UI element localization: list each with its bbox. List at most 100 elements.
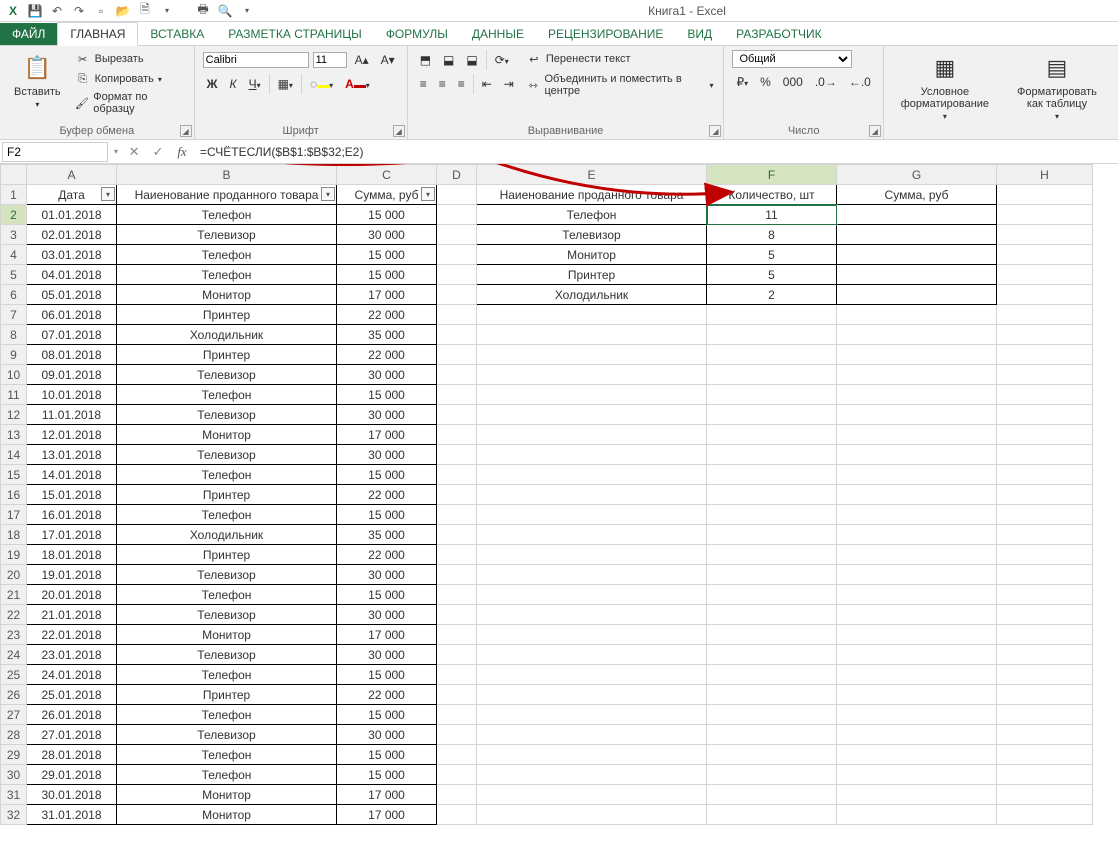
cell-D28[interactable] xyxy=(437,725,477,745)
cell-E17[interactable] xyxy=(477,505,707,525)
cell-A6[interactable]: 05.01.2018 xyxy=(27,285,117,305)
cell-B32[interactable]: Монитор xyxy=(117,805,337,825)
cell-F27[interactable] xyxy=(707,705,837,725)
cell-F28[interactable] xyxy=(707,725,837,745)
cell-A27[interactable]: 26.01.2018 xyxy=(27,705,117,725)
cell-H31[interactable] xyxy=(997,785,1093,805)
row-header-30[interactable]: 30 xyxy=(1,765,27,785)
cell-D3[interactable] xyxy=(437,225,477,245)
cell-F5[interactable]: 5 xyxy=(707,265,837,285)
tab-данные[interactable]: ДАННЫЕ xyxy=(460,23,536,45)
font-name-combo[interactable] xyxy=(203,52,309,68)
col-header-H[interactable]: H xyxy=(997,165,1093,185)
align-bottom-icon[interactable]: ⬓ xyxy=(462,50,481,70)
cell-F19[interactable] xyxy=(707,545,837,565)
cell-D32[interactable] xyxy=(437,805,477,825)
cell-G12[interactable] xyxy=(837,405,997,425)
cell-C27[interactable]: 15 000 xyxy=(337,705,437,725)
row-header-9[interactable]: 9 xyxy=(1,345,27,365)
cell-E29[interactable] xyxy=(477,745,707,765)
cell-C16[interactable]: 22 000 xyxy=(337,485,437,505)
cell-G11[interactable] xyxy=(837,385,997,405)
italic-button[interactable]: К xyxy=(225,74,240,94)
cell-B24[interactable]: Телевизор xyxy=(117,645,337,665)
cell-E5[interactable]: Принтер xyxy=(477,265,707,285)
col-header-E[interactable]: E xyxy=(477,165,707,185)
cell-F1[interactable]: Количество, шт xyxy=(707,185,837,205)
row-header-12[interactable]: 12 xyxy=(1,405,27,425)
cell-D26[interactable] xyxy=(437,685,477,705)
cell-G17[interactable] xyxy=(837,505,997,525)
select-all-corner[interactable] xyxy=(1,165,27,185)
cell-D11[interactable] xyxy=(437,385,477,405)
thousands-icon[interactable]: 000 xyxy=(779,72,807,92)
format-painter-button[interactable]: 🖌Формат по образцу xyxy=(73,90,186,116)
cell-E3[interactable]: Телевизор xyxy=(477,225,707,245)
formula-input[interactable]: =СЧЁТЕСЛИ($B$1:$B$32;E2) xyxy=(194,143,1118,161)
cell-C12[interactable]: 30 000 xyxy=(337,405,437,425)
cell-A21[interactable]: 20.01.2018 xyxy=(27,585,117,605)
cell-H26[interactable] xyxy=(997,685,1093,705)
row-header-19[interactable]: 19 xyxy=(1,545,27,565)
cell-E16[interactable] xyxy=(477,485,707,505)
cell-F3[interactable]: 8 xyxy=(707,225,837,245)
font-size-combo[interactable] xyxy=(313,52,347,68)
cell-A9[interactable]: 08.01.2018 xyxy=(27,345,117,365)
row-header-17[interactable]: 17 xyxy=(1,505,27,525)
row-header-13[interactable]: 13 xyxy=(1,425,27,445)
cell-A31[interactable]: 30.01.2018 xyxy=(27,785,117,805)
cell-F30[interactable] xyxy=(707,765,837,785)
cell-B30[interactable]: Телефон xyxy=(117,765,337,785)
clipboard-dialog-launch[interactable]: ◢ xyxy=(180,125,192,137)
number-dialog-launch[interactable]: ◢ xyxy=(869,125,881,137)
cell-H22[interactable] xyxy=(997,605,1093,625)
cell-G20[interactable] xyxy=(837,565,997,585)
cell-H3[interactable] xyxy=(997,225,1093,245)
row-header-15[interactable]: 15 xyxy=(1,465,27,485)
cell-H9[interactable] xyxy=(997,345,1093,365)
cell-H32[interactable] xyxy=(997,805,1093,825)
col-header-A[interactable]: A xyxy=(27,165,117,185)
cell-B4[interactable]: Телефон xyxy=(117,245,337,265)
cell-A18[interactable]: 17.01.2018 xyxy=(27,525,117,545)
row-header-8[interactable]: 8 xyxy=(1,325,27,345)
cell-G7[interactable] xyxy=(837,305,997,325)
cell-A15[interactable]: 14.01.2018 xyxy=(27,465,117,485)
cell-A1[interactable]: Дата▾ xyxy=(27,185,117,205)
cell-D27[interactable] xyxy=(437,705,477,725)
cell-A2[interactable]: 01.01.2018 xyxy=(27,205,117,225)
cell-E14[interactable] xyxy=(477,445,707,465)
cell-H12[interactable] xyxy=(997,405,1093,425)
cell-B15[interactable]: Телефон xyxy=(117,465,337,485)
cell-H8[interactable] xyxy=(997,325,1093,345)
cell-E15[interactable] xyxy=(477,465,707,485)
cell-F4[interactable]: 5 xyxy=(707,245,837,265)
cell-G29[interactable] xyxy=(837,745,997,765)
cell-D24[interactable] xyxy=(437,645,477,665)
cell-C6[interactable]: 17 000 xyxy=(337,285,437,305)
cell-D9[interactable] xyxy=(437,345,477,365)
cell-C9[interactable]: 22 000 xyxy=(337,345,437,365)
cell-C7[interactable]: 22 000 xyxy=(337,305,437,325)
tab-рецензирование[interactable]: РЕЦЕНЗИРОВАНИЕ xyxy=(536,23,675,45)
conditional-format-button[interactable]: ▦ Условное форматирование▾ xyxy=(892,50,998,123)
row-header-26[interactable]: 26 xyxy=(1,685,27,705)
cell-G27[interactable] xyxy=(837,705,997,725)
cell-C29[interactable]: 15 000 xyxy=(337,745,437,765)
align-dialog-launch[interactable]: ◢ xyxy=(709,125,721,137)
undo-icon[interactable]: ↶ xyxy=(48,2,66,20)
cell-F11[interactable] xyxy=(707,385,837,405)
row-header-6[interactable]: 6 xyxy=(1,285,27,305)
cell-D17[interactable] xyxy=(437,505,477,525)
cell-H24[interactable] xyxy=(997,645,1093,665)
cell-E24[interactable] xyxy=(477,645,707,665)
preview-icon[interactable]: 🔍 xyxy=(216,2,234,20)
cell-B10[interactable]: Телевизор xyxy=(117,365,337,385)
cell-E8[interactable] xyxy=(477,325,707,345)
decrease-font-icon[interactable]: A▾ xyxy=(377,50,399,70)
cell-F6[interactable]: 2 xyxy=(707,285,837,305)
cell-G4[interactable] xyxy=(837,245,997,265)
cell-G13[interactable] xyxy=(837,425,997,445)
cut-button[interactable]: ✂Вырезать xyxy=(73,50,186,68)
cell-G6[interactable] xyxy=(837,285,997,305)
